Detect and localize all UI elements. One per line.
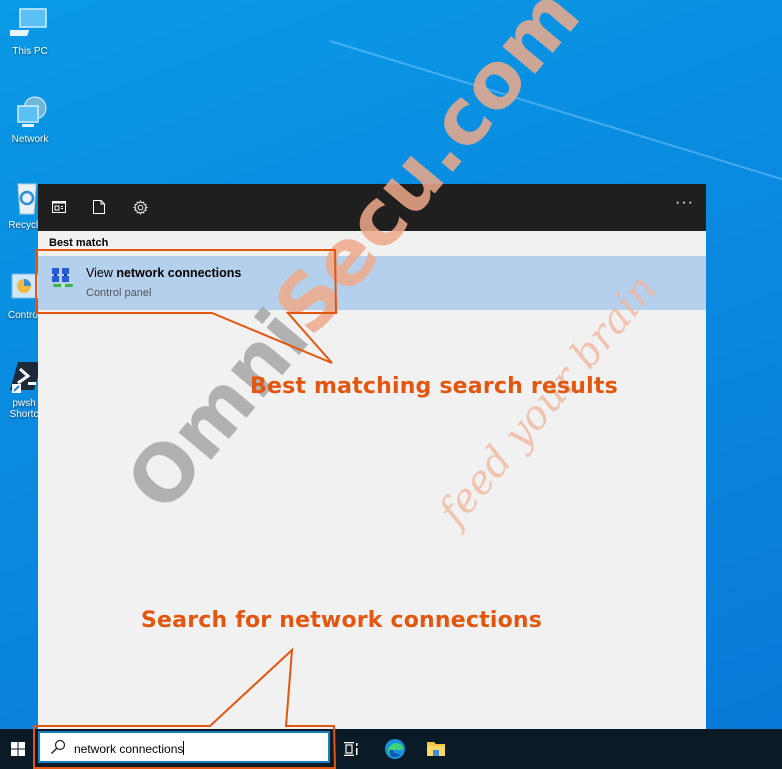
task-view-button[interactable] (338, 735, 366, 763)
result-subtitle: Control panel (86, 287, 152, 299)
apps-filter-button[interactable] (48, 196, 70, 218)
taskbar: network connections (0, 729, 782, 769)
search-query: network connections (74, 741, 185, 756)
taskbar-search-input[interactable]: network connections (38, 731, 330, 763)
network-globe-icon (17, 96, 47, 127)
documents-filter-button[interactable] (88, 196, 110, 218)
search-query-text: network connections (74, 742, 184, 756)
desktop-icon-label: Network (11, 134, 49, 145)
start-button[interactable] (0, 729, 36, 769)
annotation-search-for: Search for network connections (141, 608, 543, 633)
document-icon (93, 200, 105, 214)
text-caret (183, 741, 185, 755)
more-options-button[interactable]: ··· (675, 194, 694, 212)
edge-icon (385, 739, 405, 759)
task-view-icon (344, 742, 358, 756)
annotation-best-matching: Best matching search results (250, 374, 618, 399)
desktop-icon-this-pc[interactable]: This PC (0, 6, 60, 57)
computer-icon (10, 8, 47, 36)
best-match-heading: Best match (49, 237, 109, 249)
desktop-icon-label: This PC (12, 46, 48, 57)
folder-icon (427, 742, 445, 756)
result-title-prefix: View (86, 266, 117, 280)
windows-logo-icon (11, 742, 25, 756)
result-title: View network connections (86, 266, 241, 280)
network-connections-icon (50, 266, 76, 299)
search-icon (50, 739, 66, 760)
file-explorer-taskbar-button[interactable] (422, 735, 450, 763)
settings-filter-button[interactable] (129, 196, 151, 218)
apps-window-icon (52, 201, 66, 213)
desktop-icon-network[interactable]: Network (0, 94, 60, 145)
edge-taskbar-button[interactable] (381, 735, 409, 763)
result-title-match: network connections (116, 266, 242, 280)
gear-icon (132, 199, 148, 215)
